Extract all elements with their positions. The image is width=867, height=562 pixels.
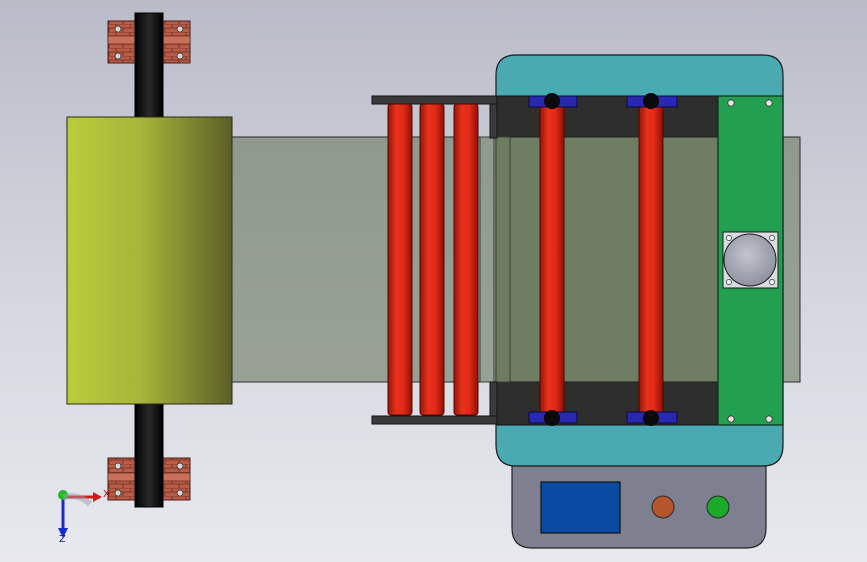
material-roll[interactable] <box>66 116 233 405</box>
drive-motor[interactable] <box>722 231 779 289</box>
coordinate-axes-icon: X Z <box>58 489 110 545</box>
roller <box>638 99 664 421</box>
start-button[interactable] <box>706 495 730 519</box>
roller <box>387 103 413 416</box>
z-axis-label: Z <box>59 534 66 545</box>
roller <box>453 103 479 416</box>
stop-button[interactable] <box>651 495 675 519</box>
frame-band <box>495 95 719 426</box>
display-screen[interactable] <box>540 481 621 534</box>
roller <box>419 103 445 416</box>
cad-viewport[interactable]: X Z <box>0 0 867 562</box>
roller <box>539 99 565 421</box>
x-axis-label: X <box>103 489 110 500</box>
unwind-roll-assembly[interactable] <box>66 12 233 508</box>
side-plate <box>717 95 784 426</box>
control-box[interactable] <box>511 454 767 549</box>
